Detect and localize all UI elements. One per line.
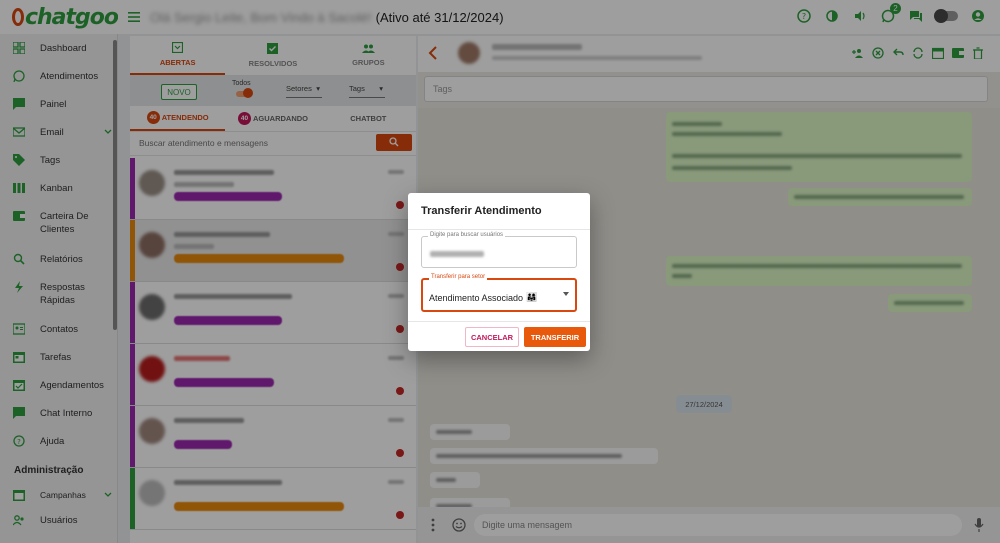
transfer-dialog: Transferir Atendimento Digite para busca… — [408, 193, 590, 351]
sector-select[interactable]: Transferir para setor Atendimento Associ… — [421, 274, 577, 312]
user-search-value — [430, 251, 484, 257]
family-emoji-icon: 👨‍👩‍👧 — [526, 292, 538, 302]
sector-label: Transferir para setor — [429, 274, 488, 280]
divider — [408, 229, 590, 230]
sector-value-text: Atendimento Associado — [429, 292, 524, 303]
user-search-label: Digite para buscar usuários — [428, 232, 506, 238]
divider — [408, 321, 590, 322]
sector-value: Atendimento Associado 👨‍👩‍👧 — [429, 292, 537, 303]
transfer-button[interactable]: TRANSFERIR — [524, 327, 586, 347]
user-search-field[interactable]: Digite para buscar usuários — [421, 232, 577, 268]
dialog-title: Transferir Atendimento — [421, 205, 542, 217]
caret-down-icon — [563, 292, 569, 296]
cancel-button[interactable]: CANCELAR — [465, 327, 519, 347]
